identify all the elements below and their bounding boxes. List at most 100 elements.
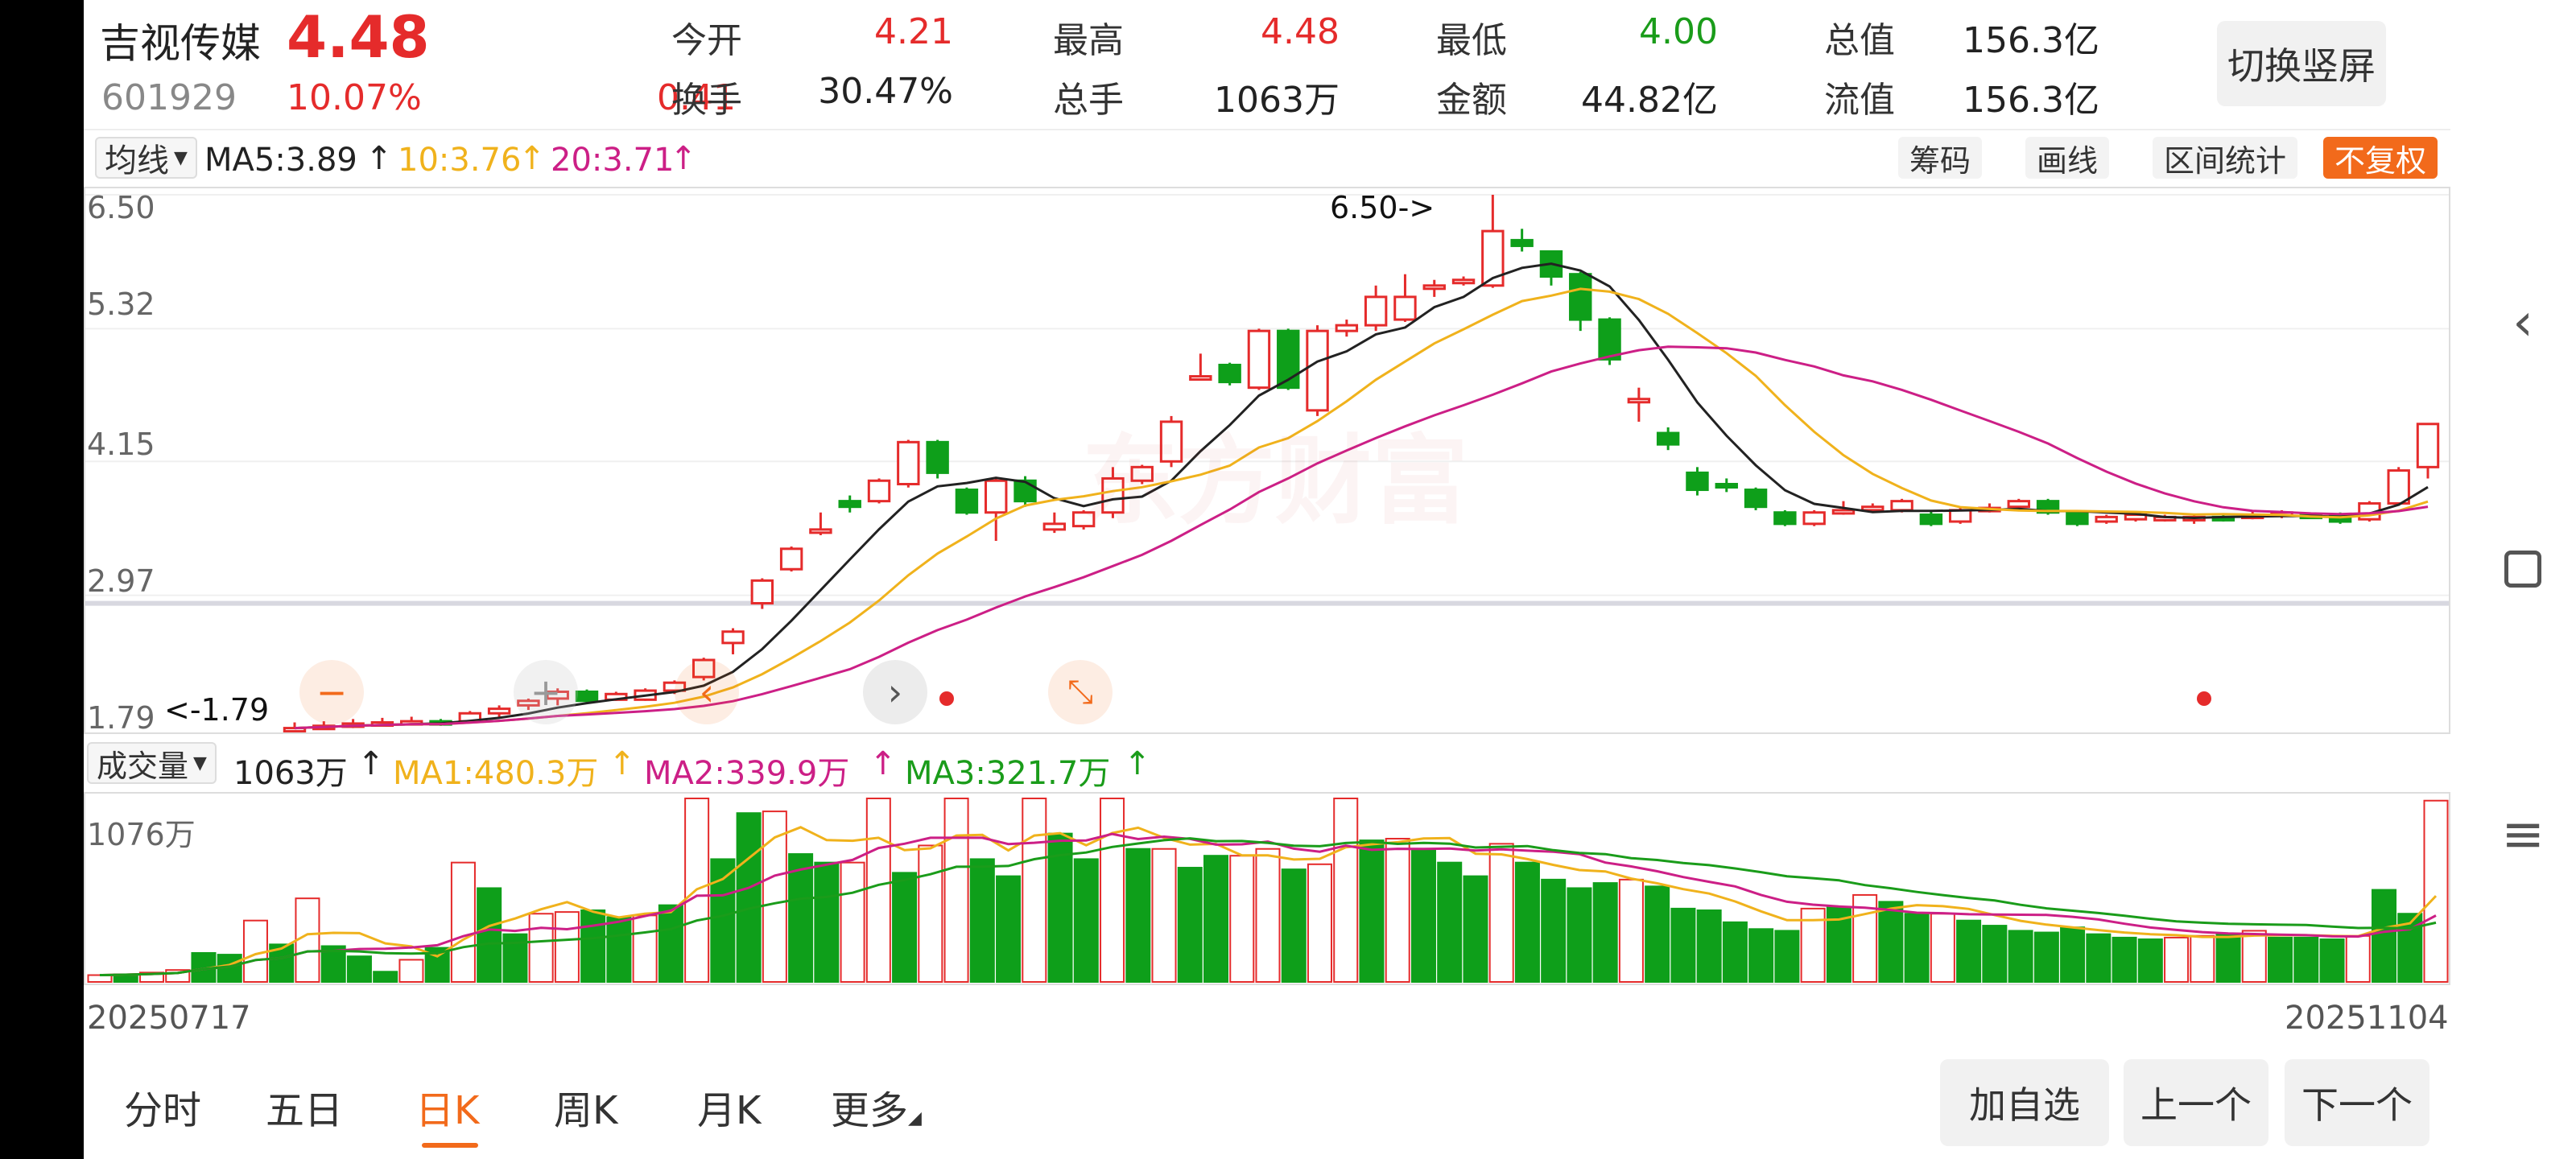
volume-bar (736, 812, 762, 983)
zoom-out-button[interactable]: − (299, 660, 364, 724)
corner-arrow-icon: ◢ (908, 1108, 922, 1128)
candle-body (1569, 273, 1592, 321)
volume-bar (1125, 848, 1151, 983)
volume-bar (398, 959, 424, 984)
volume-bar (1670, 907, 1696, 984)
vol-ma1-up-arrow-icon: ↑ (609, 745, 636, 782)
tab-more[interactable]: 更多◢ (831, 1079, 922, 1135)
volume-bar (814, 861, 840, 983)
volume-bar (295, 897, 320, 983)
candle-body (1510, 238, 1534, 247)
scroll-right-button[interactable]: › (863, 660, 927, 724)
vol-ma3-value: MA3:321.7万 (905, 755, 1111, 792)
dropdown-icon: ▼ (174, 147, 188, 168)
price-axis-label: 5.32 (87, 287, 155, 322)
volume-bar (2268, 936, 2293, 983)
ma-selector-label: 均线 (105, 142, 169, 179)
tab-intraday[interactable]: 分时 (124, 1079, 201, 1135)
menu-icon[interactable]: ≡ (2491, 805, 2555, 864)
volume-bar (2164, 936, 2190, 983)
tab-monthly-k[interactable]: 月K (697, 1079, 761, 1135)
candle-body (1393, 295, 1417, 321)
candle-body (809, 528, 832, 534)
collapse-arrows-icon: ⤡ (1067, 674, 1093, 711)
volume-bar (1281, 868, 1307, 983)
back-icon[interactable]: ‹ (2491, 293, 2555, 353)
scroll-left-button[interactable]: ‹ (675, 660, 739, 724)
volume-bar (1229, 855, 1255, 984)
volume-bar (450, 861, 476, 983)
volume-bar (1255, 848, 1281, 983)
volume-bar (1410, 849, 1436, 983)
tab-weekly-k[interactable]: 周K (554, 1079, 617, 1135)
event-dot[interactable] (2197, 691, 2211, 706)
candle-body (2007, 500, 2030, 509)
volume-bar (1567, 887, 1592, 983)
tab-five-day[interactable]: 五日 (266, 1079, 343, 1135)
volume-selector[interactable]: 成交量 ▼ (87, 742, 217, 784)
volume-bar (2190, 934, 2215, 983)
volume-bar (606, 916, 632, 983)
tab-daily-k[interactable]: 日K (415, 1079, 479, 1135)
volume-bar (2086, 933, 2112, 983)
candle-body (1189, 375, 1212, 382)
high-annotation: 6.50-> (1330, 190, 1435, 225)
volume-bar (580, 909, 606, 984)
dropdown-icon: ▼ (193, 753, 207, 773)
candle-body (1890, 500, 1913, 512)
previous-stock-button[interactable]: 上一个 (2124, 1059, 2268, 1146)
home-square-icon[interactable] (2491, 551, 2555, 588)
stock-kline-screen: 吉视传媒 4.48 601929 10.07% 0.41 今开 4.21 最高 4.4… (84, 0, 2576, 1159)
vol-ma1-value: MA1:480.3万 (393, 755, 599, 792)
start-date: 20250717 (87, 1000, 251, 1037)
volume-bar (1307, 863, 1332, 983)
volume-bar (1359, 839, 1385, 984)
ma-selector[interactable]: 均线 ▼ (95, 137, 197, 179)
volume-bar (918, 844, 943, 983)
volume-bar (1904, 913, 1930, 983)
add-watchlist-button[interactable]: 加自选 (1940, 1059, 2109, 1146)
volume-bar (1618, 878, 1644, 983)
tab-more-label: 更多 (831, 1088, 909, 1133)
zoom-in-button[interactable]: + (514, 660, 578, 724)
next-stock-button[interactable]: 下一个 (2285, 1059, 2429, 1146)
candle-body (1042, 522, 1067, 531)
volume-bar (1437, 861, 1463, 983)
draw-line-button[interactable]: 画线 (2025, 137, 2110, 179)
volume-bar (2008, 930, 2033, 983)
ma10-value: 10:3.76 (398, 142, 522, 179)
candle-body (779, 547, 803, 571)
volume-bar (2137, 938, 2163, 983)
volume-bar (2319, 938, 2345, 983)
candle-body (1744, 489, 1768, 509)
volume-bar (788, 853, 814, 983)
quote-value: 4.00 (1639, 11, 1718, 52)
no-adjust-button[interactable]: 不复权 (2323, 137, 2438, 179)
volume-bar (943, 798, 969, 983)
volume-bar (1696, 909, 1722, 984)
candle-body (1451, 278, 1476, 285)
volume-bar (1463, 875, 1488, 983)
change-percent: 10.07% (287, 77, 422, 118)
event-dot[interactable] (939, 691, 954, 706)
volume-chart[interactable] (84, 792, 2450, 985)
volume-bar (1645, 885, 1670, 983)
candle-body (1422, 284, 1446, 291)
quote-label: 换手 (671, 80, 742, 121)
volume-legend: 成交量 ▼ 1063万 ↑ MA1:480.3万 ↑ MA2:339.9万 ↑ … (84, 739, 1291, 792)
range-stats-button[interactable]: 区间统计 (2153, 137, 2298, 179)
volume-bar (969, 858, 995, 983)
quote-label: 总手 (1053, 80, 1124, 121)
chips-button[interactable]: 筹码 (1898, 137, 1983, 179)
quote-label: 总值 (1824, 20, 1895, 61)
volume-bar (658, 904, 683, 983)
candle-body (2066, 511, 2089, 526)
quote-label: 最高 (1053, 20, 1124, 61)
switch-portrait-button[interactable]: 切换竖屏 (2217, 21, 2386, 106)
divider (84, 129, 2450, 130)
reset-zoom-button[interactable]: ⤡ (1048, 660, 1113, 724)
volume-bar (346, 955, 372, 983)
candle-body (1247, 329, 1271, 390)
volume-up-arrow-icon: ↑ (357, 745, 385, 782)
candle-body (1919, 514, 1943, 526)
